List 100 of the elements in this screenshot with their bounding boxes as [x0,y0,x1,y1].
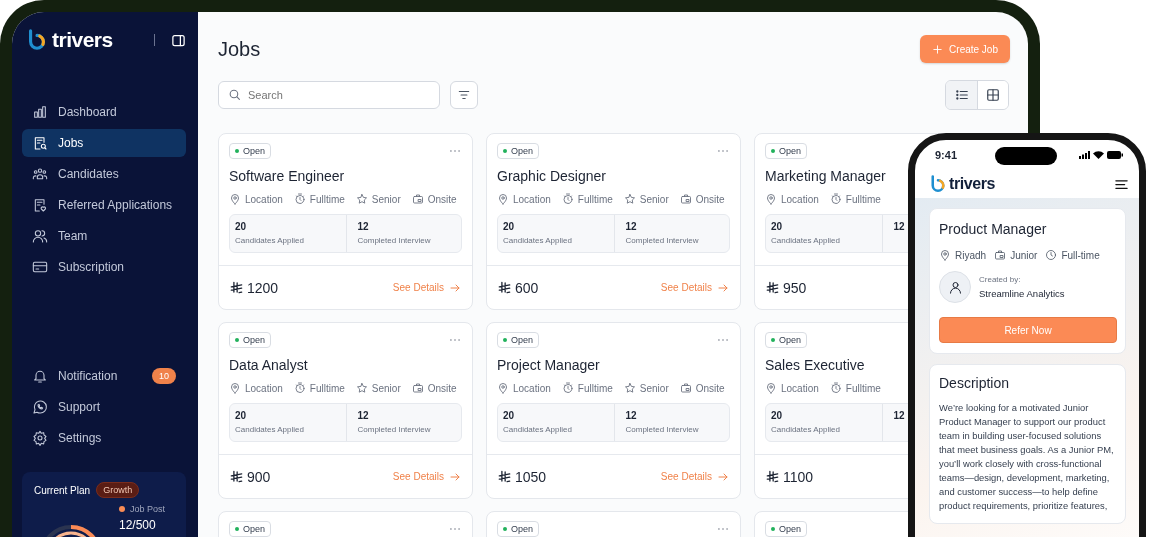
credit-card-icon [32,259,48,275]
briefcase-icon [679,193,692,205]
description-text: We’re looking for a motivated Junior Product Manager to support our product team in building user-focused solutions that meet business goals. As a Junior PM, you’ll work closely with cross-functional teams—design, development, marketing, and customer success—to help define product requirements, prioritize features, [939,401,1115,513]
stat-value: 20 [503,221,515,232]
job-price: 900 [230,468,271,485]
location-pin-icon [497,193,509,205]
stopwatch-icon [829,382,842,394]
stat-label: Candidates Applied [503,236,573,245]
bell-icon [32,368,48,384]
users-icon [32,228,48,244]
status-badge: Open [497,143,540,159]
stat-value: 12 [625,410,637,421]
job-tag: Fulltime [829,382,881,394]
job-title: Project Manager [497,357,600,373]
star-icon [355,193,368,205]
job-tag: Riyadh [939,249,987,261]
sidebar-item[interactable]: Support [22,393,186,421]
camera-notch [995,147,1057,165]
stat-label: Completed Interview [357,425,432,434]
job-tag: Fulltime [561,382,613,394]
stat-value: 20 [235,221,247,232]
briefcase-icon [994,249,1007,261]
location-pin-icon [229,382,241,394]
stat-label: Candidates Applied [235,425,305,434]
section-title: Description [939,375,1011,391]
currency-icon [498,281,511,294]
sidebar-item[interactable]: Team [22,222,186,250]
status-badge: Open [497,332,540,348]
job-tag: Onsite [411,193,457,205]
clock-icon [1045,249,1058,261]
location-pin-icon [497,382,509,394]
settings-icon [32,430,48,446]
briefcase-icon [679,382,692,394]
legend-label: Job Post [119,504,166,514]
view-toggle-button[interactable] [977,81,1008,109]
job-tag: Full-time [1045,249,1100,261]
job-tag: Senior [355,382,401,394]
stopwatch-icon [293,193,306,205]
brand-name: trivers [949,175,996,193]
sidebar-item[interactable]: Dashboard [22,98,186,126]
status-badge: Open [229,332,272,348]
document-search-icon [32,135,48,151]
job-tag: Fulltime [829,193,881,205]
filter-button[interactable] [450,81,478,109]
job-tag: Fulltime [293,193,345,205]
wifi-icon [1093,151,1104,159]
stopwatch-icon [561,382,574,394]
job-tag: Onsite [679,193,725,205]
stat-value: 12 [357,410,369,421]
job-tag: Location [497,382,551,394]
logo-icon [26,29,48,51]
search-field[interactable]: Search [218,81,440,109]
job-tag: Location [497,193,551,205]
stat-label: Candidates Applied [771,236,841,245]
status-badge: Open [765,143,808,159]
document-heart-icon [32,197,48,213]
star-icon [623,382,636,394]
chat-icon [32,399,48,415]
stat-value: 12 [893,221,905,232]
filter-icon [457,88,471,102]
brand-name: trivers [52,28,113,52]
sidebar-item[interactable]: Settings [22,424,186,452]
status-badge: Open [229,521,272,537]
job-tag: Location [229,382,283,394]
plan-badge: Growth [96,482,140,498]
job-tag: Senior [623,193,669,205]
sidebar-item[interactable]: Jobs [22,129,186,157]
page-title: Jobs [218,37,261,61]
stat-label: Candidates Applied [503,425,573,434]
briefcase-icon [411,382,424,394]
view-toggle-button[interactable] [946,81,977,109]
job-title: Graphic Designer [497,168,606,184]
sidebar-toggle-icon[interactable] [171,32,186,48]
job-title: Software Engineer [229,168,345,184]
sidebar-item[interactable]: Subscription [22,253,186,281]
user-icon [947,279,963,295]
briefcase-icon [411,193,424,205]
job-tag: Location [765,382,819,394]
status-badge: Open [765,332,808,348]
stopwatch-icon [829,193,842,205]
stat-label: Completed Interview [625,236,700,245]
job-tag: Senior [623,382,669,394]
currency-icon [498,470,511,483]
signal-icon [1079,151,1090,159]
status-badge: Open [765,521,808,537]
sidebar-item[interactable]: Candidates [22,160,186,188]
sidebar-item[interactable]: Notification 10 [22,362,186,390]
sidebar-item[interactable]: Referred Applications [22,191,186,219]
stat-value: 12 [357,221,369,232]
star-icon [355,382,368,394]
job-title: Sales Executive [765,357,865,373]
stat-label: Candidates Applied [771,425,841,434]
company-name: Streamline Analytics [979,288,1065,299]
stat-value: 20 [771,221,783,232]
status-badge: Open [229,143,272,159]
job-tag: Junior [994,249,1038,261]
status-badge: Open [497,521,540,537]
people-icon [32,166,48,182]
location-pin-icon [765,193,777,205]
logo-icon [929,175,947,193]
